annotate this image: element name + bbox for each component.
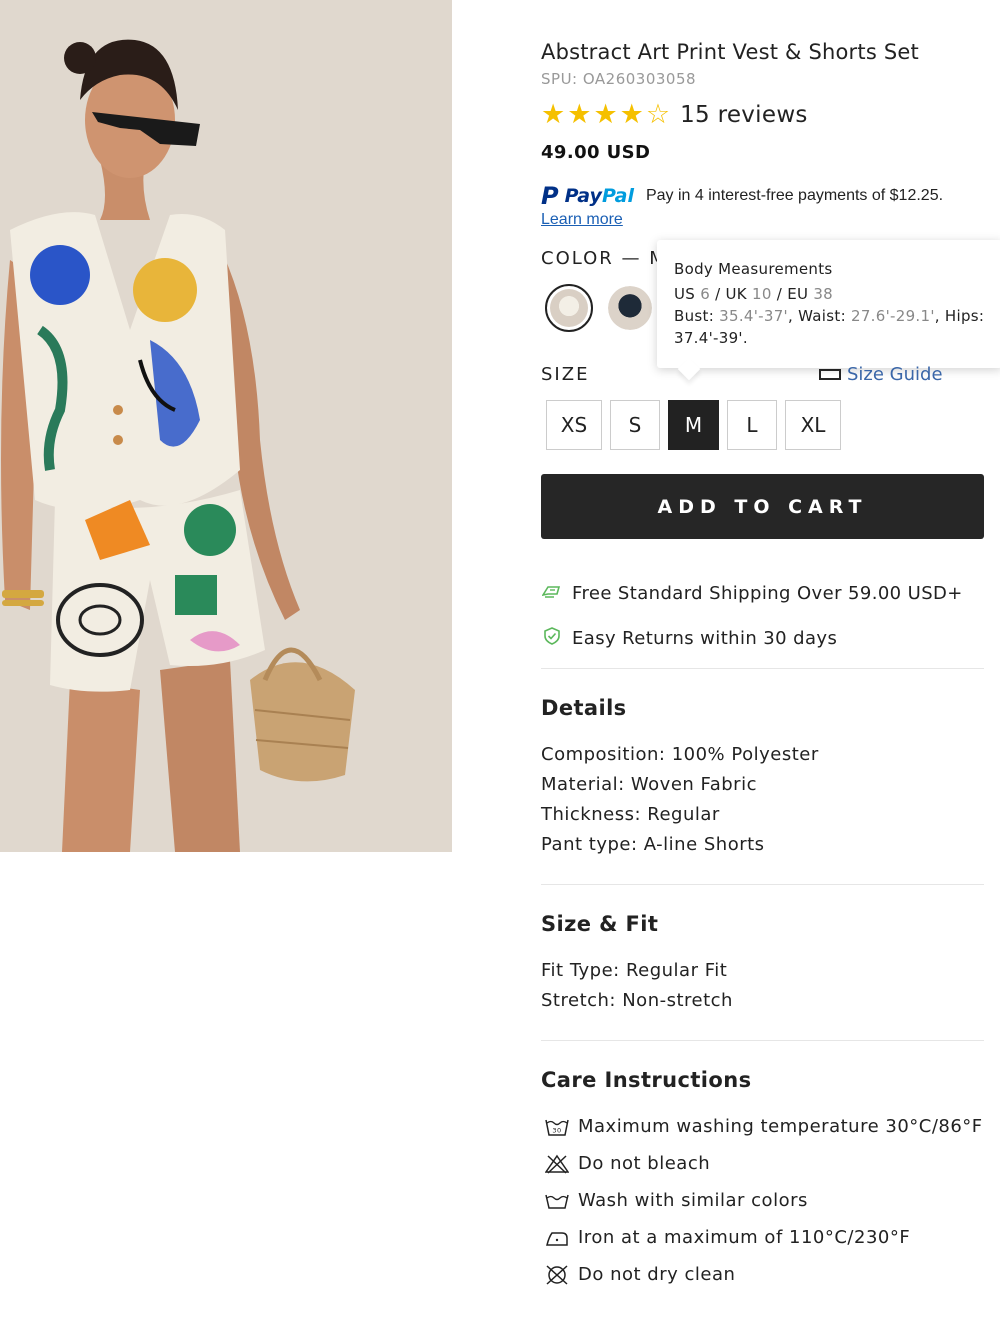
size-option-m[interactable]: M: [668, 400, 719, 450]
product-image[interactable]: [0, 0, 452, 852]
learn-more-link[interactable]: Learn more: [541, 211, 623, 229]
details-line: Composition: 100% Polyester: [541, 744, 819, 765]
details-line: Thickness: Regular: [541, 804, 720, 825]
returns-perk: Easy Returns within 30 days: [541, 627, 837, 649]
color-swatch-selected[interactable]: [545, 284, 593, 332]
size-fit-line: Fit Type: Regular Fit: [541, 960, 728, 981]
star-icon: ★: [567, 99, 592, 130]
size-option-s[interactable]: S: [610, 400, 660, 450]
star-icon: ★: [541, 99, 566, 130]
size-fit-line: Stretch: Non-stretch: [541, 990, 733, 1011]
size-guide-link[interactable]: Size Guide: [819, 364, 943, 385]
product-price: 49.00 USD: [541, 142, 651, 163]
size-label: SIZE: [541, 364, 590, 385]
tooltip-hips: 37.4'-39'.: [674, 329, 748, 347]
product-title: Abstract Art Print Vest & Shorts Set: [541, 40, 919, 64]
product-rating[interactable]: ★ ★ ★ ★ ☆ 15 reviews: [541, 100, 808, 130]
star-outline-icon: ☆: [645, 99, 671, 130]
tooltip-size-conversion: US 6 / UK 10 / EU 38: [674, 285, 834, 303]
care-item: Do not dry clean: [545, 1264, 735, 1285]
size-fit-title[interactable]: Size & Fit: [541, 912, 658, 936]
care-item: Wash with similar colors: [545, 1190, 808, 1211]
tooltip-measurements: Bust: 35.4'-37', Waist: 27.6'-29.1', Hip…: [674, 307, 985, 325]
reviews-count[interactable]: 15 reviews: [680, 102, 808, 128]
details-line: Pant type: A-line Shorts: [541, 834, 765, 855]
size-option-xl[interactable]: XL: [785, 400, 841, 450]
divider: [541, 884, 984, 885]
add-to-cart-button[interactable]: ADD TO CART: [541, 474, 984, 539]
size-option-xs[interactable]: XS: [546, 400, 602, 450]
iron-icon: [546, 1231, 568, 1246]
paypal-logo-icon: P Pay Pal: [541, 182, 634, 210]
divider: [541, 668, 984, 669]
color-swatch[interactable]: [608, 286, 652, 330]
no-bleach-icon: [545, 1154, 569, 1174]
ruler-icon: [819, 369, 841, 380]
shield-check-icon: [541, 627, 563, 649]
details-title[interactable]: Details: [541, 696, 627, 720]
details-line: Material: Woven Fabric: [541, 774, 757, 795]
truck-icon: [541, 584, 563, 603]
star-icon: ★: [593, 99, 618, 130]
color-label: COLOR — M: [541, 248, 667, 269]
care-item: Iron at a maximum of 110°C/230°F: [545, 1227, 910, 1248]
divider: [541, 1040, 984, 1041]
care-item: 30 Maximum washing temperature 30°C/86°F: [545, 1116, 983, 1137]
no-dry-clean-icon: [546, 1264, 568, 1285]
svg-text:30: 30: [552, 1126, 561, 1134]
star-icon: ★: [619, 99, 644, 130]
wash-30-icon: 30: [545, 1119, 569, 1136]
paypal-message: P Pay Pal Pay in 4 interest-free payments…: [541, 182, 943, 210]
care-title[interactable]: Care Instructions: [541, 1068, 751, 1092]
body-measurements-tooltip: Body Measurements US 6 / UK 10 / EU 38 B…: [657, 240, 1000, 368]
tooltip-title: Body Measurements: [674, 260, 833, 278]
care-item: Do not bleach: [545, 1153, 710, 1174]
product-spu: SPU: OA260303058: [541, 70, 697, 88]
paypal-installment-text: Pay in 4 interest-free payments of $12.2…: [645, 187, 944, 204]
size-option-l[interactable]: L: [727, 400, 777, 450]
shipping-perk: Free Standard Shipping Over 59.00 USD+: [541, 583, 963, 604]
wash-tub-icon: [545, 1194, 569, 1209]
